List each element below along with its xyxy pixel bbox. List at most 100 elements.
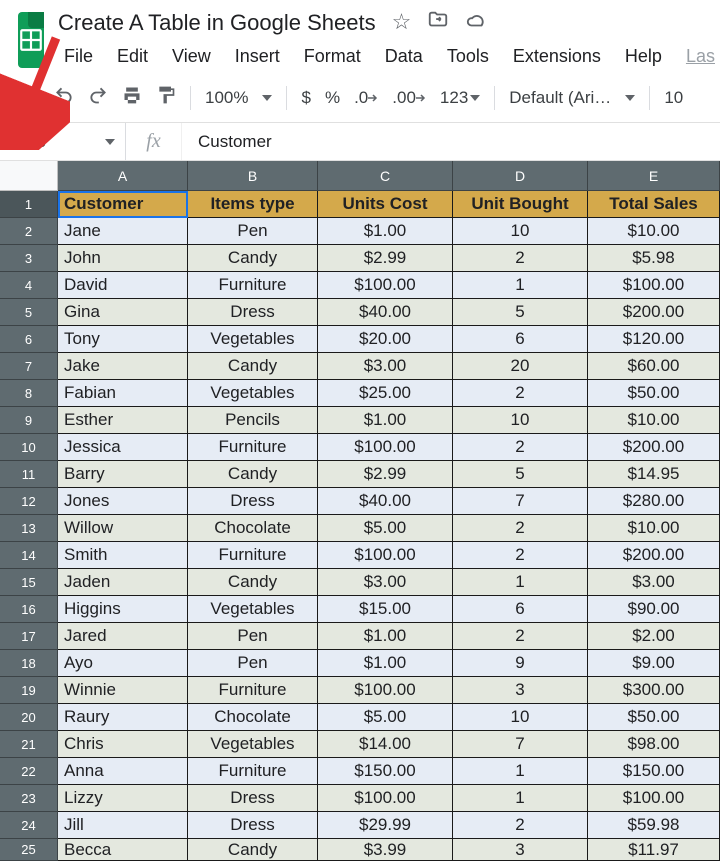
cell[interactable]: Dress bbox=[188, 299, 318, 326]
format-percent-button[interactable]: % bbox=[325, 88, 340, 108]
cell[interactable]: $280.00 bbox=[588, 488, 720, 515]
menu-view[interactable]: View bbox=[162, 42, 221, 71]
cell[interactable]: Becca bbox=[58, 839, 188, 861]
cell[interactable]: $98.00 bbox=[588, 731, 720, 758]
cell[interactable]: $5.00 bbox=[318, 704, 453, 731]
cell[interactable]: John bbox=[58, 245, 188, 272]
row-header[interactable]: 20 bbox=[0, 704, 58, 731]
row-header[interactable]: 3 bbox=[0, 245, 58, 272]
cell[interactable]: Customer bbox=[58, 191, 188, 218]
row-header[interactable]: 23 bbox=[0, 785, 58, 812]
row-header[interactable]: 25 bbox=[0, 839, 58, 861]
cell[interactable]: $100.00 bbox=[588, 785, 720, 812]
formula-bar[interactable]: Customer bbox=[182, 123, 720, 160]
row-header[interactable]: 22 bbox=[0, 758, 58, 785]
row-header[interactable]: 7 bbox=[0, 353, 58, 380]
cell[interactable]: Pencils bbox=[188, 407, 318, 434]
cell[interactable]: $100.00 bbox=[318, 785, 453, 812]
cell[interactable]: $100.00 bbox=[318, 677, 453, 704]
cell[interactable]: $100.00 bbox=[318, 542, 453, 569]
cell[interactable]: Chocolate bbox=[188, 704, 318, 731]
cell[interactable]: $3.00 bbox=[318, 569, 453, 596]
undo-button[interactable] bbox=[54, 85, 74, 110]
cell[interactable]: Gina bbox=[58, 299, 188, 326]
menu-edit[interactable]: Edit bbox=[107, 42, 158, 71]
column-header-B[interactable]: B bbox=[188, 161, 318, 191]
font-size-input[interactable]: 10 bbox=[664, 88, 683, 108]
column-header-D[interactable]: D bbox=[453, 161, 588, 191]
column-header-C[interactable]: C bbox=[318, 161, 453, 191]
cell[interactable]: $10.00 bbox=[588, 515, 720, 542]
cell[interactable]: Dress bbox=[188, 812, 318, 839]
cell[interactable]: Candy bbox=[188, 461, 318, 488]
cell[interactable]: Jake bbox=[58, 353, 188, 380]
row-header[interactable]: 16 bbox=[0, 596, 58, 623]
cell[interactable]: $200.00 bbox=[588, 434, 720, 461]
cell[interactable]: $25.00 bbox=[318, 380, 453, 407]
cell[interactable]: 3 bbox=[453, 677, 588, 704]
row-header[interactable]: 18 bbox=[0, 650, 58, 677]
cell[interactable]: Candy bbox=[188, 839, 318, 861]
cell[interactable]: Winnie bbox=[58, 677, 188, 704]
cell[interactable]: $1.00 bbox=[318, 218, 453, 245]
cell[interactable]: 10 bbox=[453, 407, 588, 434]
move-folder-icon[interactable] bbox=[427, 9, 449, 37]
cell[interactable]: Unit Bought bbox=[453, 191, 588, 218]
cell[interactable]: $100.00 bbox=[588, 272, 720, 299]
row-header[interactable]: 6 bbox=[0, 326, 58, 353]
row-header[interactable]: 12 bbox=[0, 488, 58, 515]
cell[interactable]: 2 bbox=[453, 812, 588, 839]
cell[interactable]: 10 bbox=[453, 704, 588, 731]
row-header[interactable]: 5 bbox=[0, 299, 58, 326]
document-title[interactable]: Create A Table in Google Sheets bbox=[54, 8, 380, 38]
cell[interactable]: $15.00 bbox=[318, 596, 453, 623]
star-icon[interactable]: ☆ bbox=[392, 9, 412, 37]
cell[interactable]: 2 bbox=[453, 515, 588, 542]
menu-extensions[interactable]: Extensions bbox=[503, 42, 611, 71]
cell[interactable]: $100.00 bbox=[318, 434, 453, 461]
menu-insert[interactable]: Insert bbox=[225, 42, 290, 71]
menu-help[interactable]: Help bbox=[615, 42, 672, 71]
cell[interactable]: $50.00 bbox=[588, 704, 720, 731]
cell[interactable]: Jill bbox=[58, 812, 188, 839]
row-header[interactable]: 21 bbox=[0, 731, 58, 758]
cell[interactable]: $150.00 bbox=[318, 758, 453, 785]
cell[interactable]: Pen bbox=[188, 218, 318, 245]
cell[interactable]: 9 bbox=[453, 650, 588, 677]
cell[interactable]: $3.00 bbox=[588, 569, 720, 596]
cell[interactable]: $50.00 bbox=[588, 380, 720, 407]
cell[interactable]: $200.00 bbox=[588, 542, 720, 569]
cell[interactable]: Raury bbox=[58, 704, 188, 731]
zoom-dropdown[interactable]: 100% bbox=[205, 88, 272, 108]
cell[interactable]: Candy bbox=[188, 245, 318, 272]
column-header-A[interactable]: A bbox=[58, 161, 188, 191]
cell[interactable]: Total Sales bbox=[588, 191, 720, 218]
cell[interactable]: $1.00 bbox=[318, 623, 453, 650]
cell[interactable]: David bbox=[58, 272, 188, 299]
cell[interactable]: $14.95 bbox=[588, 461, 720, 488]
cell[interactable]: 7 bbox=[453, 488, 588, 515]
cell[interactable]: Tony bbox=[58, 326, 188, 353]
cell[interactable]: Chris bbox=[58, 731, 188, 758]
cell[interactable]: $90.00 bbox=[588, 596, 720, 623]
cell[interactable]: 2 bbox=[453, 623, 588, 650]
cell[interactable]: Fabian bbox=[58, 380, 188, 407]
cell[interactable]: $2.99 bbox=[318, 461, 453, 488]
cell[interactable]: Furniture bbox=[188, 542, 318, 569]
cloud-status-icon[interactable] bbox=[465, 9, 487, 37]
cell[interactable]: Pen bbox=[188, 650, 318, 677]
menu-data[interactable]: Data bbox=[375, 42, 433, 71]
cell[interactable]: Vegetables bbox=[188, 380, 318, 407]
cell[interactable]: Lizzy bbox=[58, 785, 188, 812]
cell[interactable]: 5 bbox=[453, 299, 588, 326]
cell[interactable]: Dress bbox=[188, 785, 318, 812]
cell[interactable]: Barry bbox=[58, 461, 188, 488]
cell[interactable]: $60.00 bbox=[588, 353, 720, 380]
cell[interactable]: 2 bbox=[453, 434, 588, 461]
cell[interactable]: Pen bbox=[188, 623, 318, 650]
cell[interactable]: $3.99 bbox=[318, 839, 453, 861]
cell[interactable]: $150.00 bbox=[588, 758, 720, 785]
row-header[interactable]: 19 bbox=[0, 677, 58, 704]
sheets-logo[interactable] bbox=[18, 12, 44, 68]
cell[interactable]: 2 bbox=[453, 380, 588, 407]
